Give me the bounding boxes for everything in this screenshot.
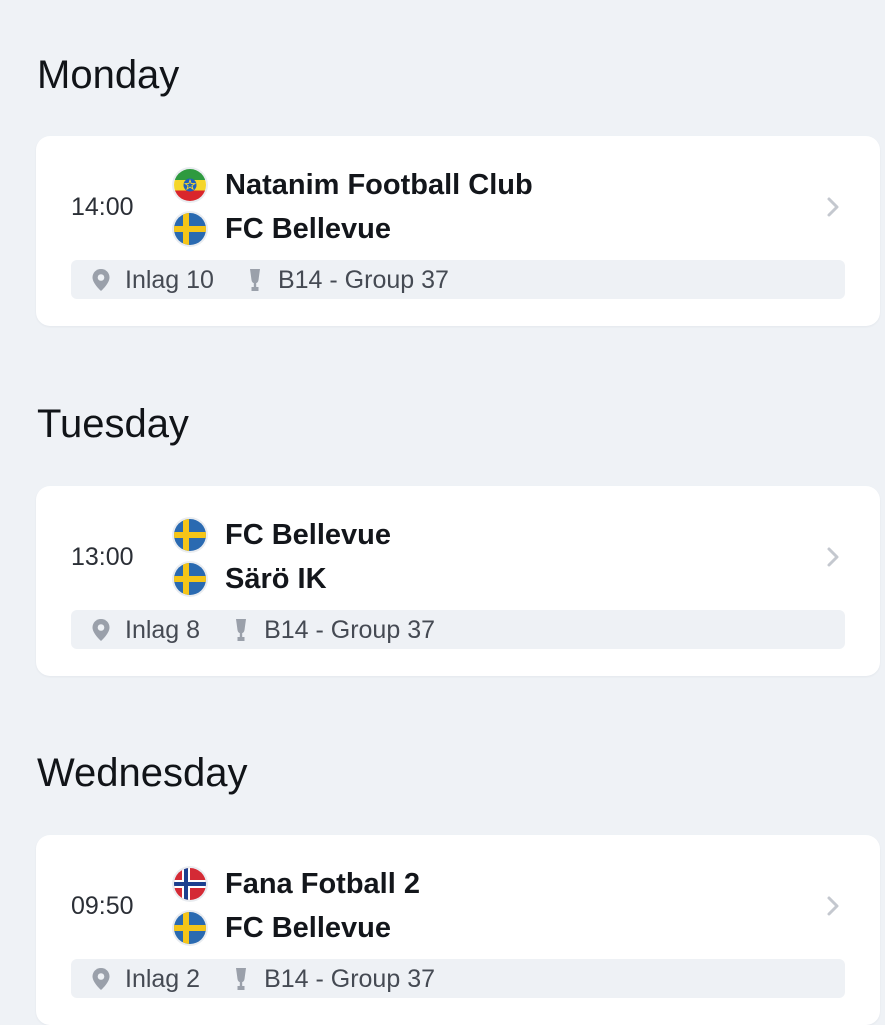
away-team-name: FC Bellevue — [225, 912, 391, 944]
match-meta-bar: Inlag 2 B14 - Group 37 — [71, 959, 845, 998]
match-card[interactable]: 09:50 Fana Fotball 2 FC Bellevue Inlag 2… — [36, 835, 880, 1025]
away-team: FC Bellevue — [174, 910, 391, 946]
chevron-right-icon — [827, 547, 839, 567]
home-team: Natanim Football Club — [174, 167, 533, 203]
ethiopia-flag-icon — [174, 169, 206, 201]
sweden-flag-icon — [174, 912, 206, 944]
match-meta-bar: Inlag 8 B14 - Group 37 — [71, 610, 845, 649]
venue-label: Inlag 10 — [125, 265, 214, 294]
home-team-name: Fana Fotball 2 — [225, 868, 420, 900]
away-team: FC Bellevue — [174, 211, 391, 247]
venue-label: Inlag 2 — [125, 964, 201, 993]
sweden-flag-icon — [174, 213, 206, 245]
trophy-icon — [234, 618, 248, 642]
group-label: B14 - Group 37 — [264, 615, 435, 644]
sweden-flag-icon — [174, 563, 206, 595]
match-card[interactable]: 13:00 FC Bellevue Särö IK Inlag 8 B14 - … — [36, 486, 880, 676]
venue-label: Inlag 8 — [125, 615, 201, 644]
group-label: B14 - Group 37 — [277, 265, 449, 294]
match-time: 14:00 — [71, 193, 134, 221]
chevron-right-icon — [827, 896, 839, 916]
day-heading-monday: Monday — [37, 53, 180, 97]
away-team-name: Särö IK — [225, 563, 327, 595]
match-time: 09:50 — [71, 892, 134, 920]
match-time: 13:00 — [71, 543, 134, 571]
location-pin-icon — [91, 268, 111, 292]
away-team: Särö IK — [174, 561, 327, 597]
match-card[interactable]: 14:00 Natanim Football Club FC Bellevue — [36, 136, 880, 326]
trophy-icon — [248, 268, 262, 292]
home-team-name: Natanim Football Club — [225, 169, 533, 201]
norway-flag-icon — [174, 868, 206, 900]
day-heading-tuesday: Tuesday — [37, 402, 189, 446]
chevron-right-icon — [827, 197, 839, 217]
day-heading-wednesday: Wednesday — [37, 751, 248, 795]
home-team-name: FC Bellevue — [225, 519, 391, 551]
group-label: B14 - Group 37 — [264, 964, 435, 993]
away-team-name: FC Bellevue — [225, 213, 391, 245]
match-meta-bar: Inlag 10 B14 - Group 37 — [71, 260, 845, 299]
home-team: Fana Fotball 2 — [174, 866, 420, 902]
location-pin-icon — [91, 618, 111, 642]
trophy-icon — [234, 967, 248, 991]
home-team: FC Bellevue — [174, 517, 391, 553]
sweden-flag-icon — [174, 519, 206, 551]
location-pin-icon — [91, 967, 111, 991]
